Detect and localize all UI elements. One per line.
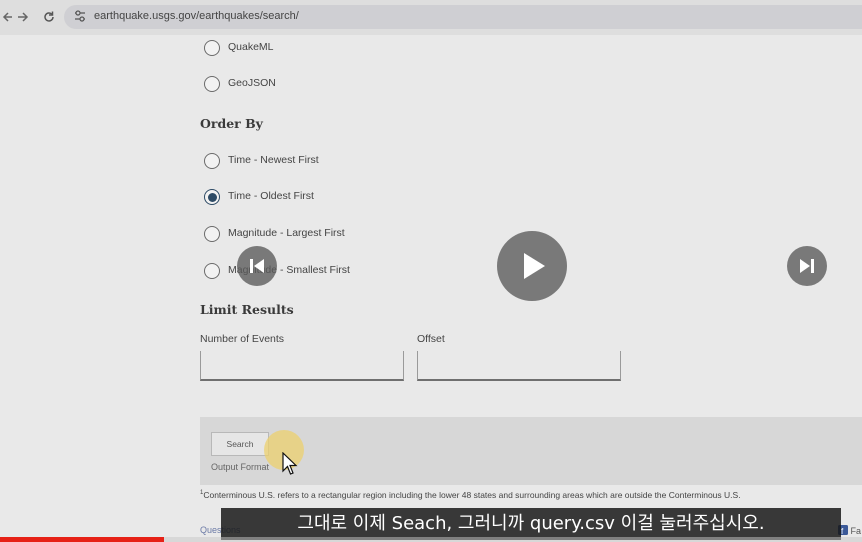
- radio-label: QuakeML: [228, 41, 274, 53]
- radio-button[interactable]: [204, 263, 220, 279]
- facebook-link[interactable]: f Fa: [838, 525, 861, 536]
- number-of-events-input[interactable]: [200, 351, 404, 381]
- page-content: QuakeML GeoJSON Order By Time - Newest F…: [0, 35, 862, 542]
- radio-button[interactable]: [204, 76, 220, 92]
- footnote: 1Conterminous U.S. refers to a rectangul…: [200, 490, 741, 500]
- browser-toolbar: earthquake.usgs.gov/earthquakes/search/: [0, 0, 862, 35]
- address-bar[interactable]: earthquake.usgs.gov/earthquakes/search/: [64, 5, 862, 29]
- radio-label: Time - Oldest First: [228, 190, 314, 202]
- footnote-text: Conterminous U.S. refers to a rectangula…: [203, 490, 741, 500]
- search-panel: Search Output Format: [200, 417, 862, 485]
- play-button[interactable]: [497, 231, 567, 301]
- output-format-label: Output Format: [211, 462, 270, 472]
- arrow-right-icon: [18, 12, 29, 22]
- reload-button[interactable]: [40, 8, 58, 26]
- radio-label: GeoJSON: [228, 77, 276, 89]
- video-progress-fill: [0, 537, 164, 542]
- number-of-events-label: Number of Events: [200, 333, 285, 345]
- url-text: earthquake.usgs.gov/earthquakes/search/: [94, 10, 299, 22]
- radio-button[interactable]: [204, 153, 220, 169]
- facebook-label: Fa: [850, 526, 862, 536]
- radio-button[interactable]: [204, 40, 220, 56]
- forward-button[interactable]: [14, 8, 32, 26]
- offset-label: Offset: [417, 333, 445, 345]
- offset-input[interactable]: [417, 351, 621, 381]
- tune-icon[interactable]: [74, 9, 86, 26]
- radio-button[interactable]: [204, 226, 220, 242]
- order-by-heading: Order By: [200, 116, 263, 131]
- radio-label: Magnitude - Largest First: [228, 227, 345, 239]
- video-progress-bar[interactable]: [0, 537, 862, 542]
- reload-icon: [44, 11, 54, 22]
- play-icon: [524, 253, 545, 279]
- mouse-cursor-icon: [282, 452, 298, 475]
- skip-previous-icon: [250, 259, 264, 273]
- radio-label: Time - Newest First: [228, 154, 319, 166]
- skip-next-icon: [800, 259, 814, 273]
- previous-video-button[interactable]: [237, 246, 277, 286]
- radio-button-selected[interactable]: [204, 189, 220, 205]
- video-subtitle: 그대로 이제 Seach, 그러니까 query.csv 이걸 눌러주십시오.: [221, 508, 841, 540]
- search-button[interactable]: Search: [211, 432, 269, 456]
- next-video-button[interactable]: [787, 246, 827, 286]
- limit-results-heading: Limit Results: [200, 302, 294, 317]
